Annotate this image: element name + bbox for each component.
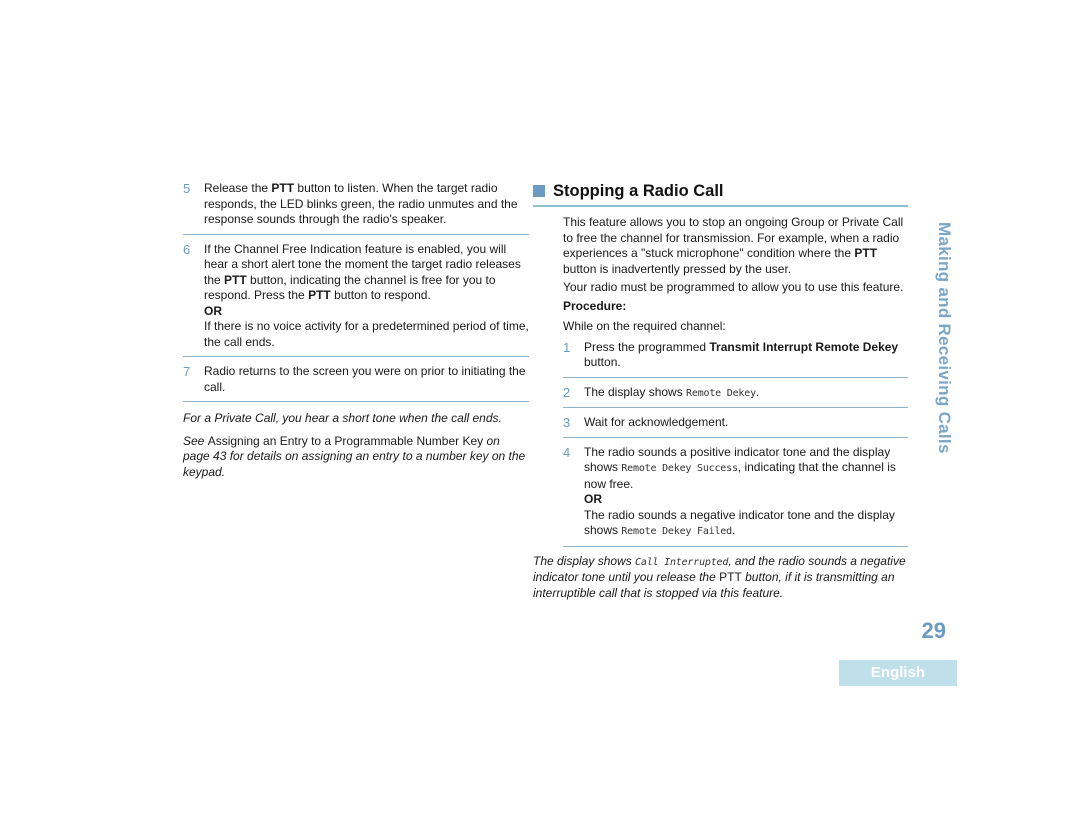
step-number: 3 bbox=[563, 415, 571, 430]
text-run: The display shows bbox=[533, 553, 636, 568]
cross-reference-link[interactable]: Assigning an Entry to a Programmable Num… bbox=[208, 434, 483, 448]
note-prefix: See bbox=[183, 433, 208, 448]
alternative-text: The radio sounds a negative indicator to… bbox=[584, 508, 908, 540]
section-square-icon bbox=[533, 185, 545, 197]
step-text: Wait for acknowledgement. bbox=[584, 415, 729, 429]
step-text: The display shows Remote Dekey. bbox=[584, 385, 908, 402]
text-run: . bbox=[755, 384, 760, 399]
procedure-label: Procedure: bbox=[563, 298, 627, 313]
step-text: Release the PTT button to listen. When t… bbox=[204, 181, 529, 228]
step-number: 2 bbox=[563, 384, 571, 400]
step-6: 6 If the Channel Free Indication feature… bbox=[183, 241, 529, 357]
procedure-step-3: 3 Wait for acknowledgement. bbox=[563, 415, 908, 438]
display-text: Remote Dekey bbox=[686, 387, 756, 399]
see-also-note: See Assigning an Entry to a Programmable… bbox=[183, 434, 529, 481]
text-run: Press the programmed bbox=[584, 339, 710, 354]
display-text: Remote Dekey Success bbox=[621, 463, 738, 474]
step-5: 5 Release the PTT button to listen. When… bbox=[183, 181, 529, 235]
text-run: button to respond. bbox=[330, 288, 431, 302]
section-heading: Stopping a Radio Call bbox=[533, 181, 908, 207]
programmed-note: Your radio must be programmed to allow y… bbox=[563, 280, 904, 294]
intro-paragraph: This feature allows you to stop an ongoi… bbox=[563, 215, 908, 277]
text-run: Release the bbox=[204, 181, 272, 195]
procedure-step-4: 4 The radio sounds a positive indicator … bbox=[563, 445, 908, 547]
private-call-note: For a Private Call, you hear a short ton… bbox=[183, 411, 502, 425]
chapter-title-vertical: Making and Receiving Calls bbox=[935, 222, 954, 454]
ptt-bold: PTT bbox=[308, 288, 331, 302]
step-number: 7 bbox=[183, 364, 191, 379]
text-run: The display shows bbox=[584, 384, 687, 399]
left-column: 5 Release the PTT button to listen. When… bbox=[183, 181, 529, 487]
alternative-text: If there is no voice activity for a pred… bbox=[204, 319, 529, 349]
text-run: This feature allows you to stop an ongoi… bbox=[563, 215, 904, 260]
ptt-text: PTT bbox=[719, 570, 742, 584]
step-7: 7 Radio returns to the screen you were o… bbox=[183, 364, 529, 402]
step-number: 1 bbox=[563, 339, 571, 355]
step-text: Radio returns to the screen you were on … bbox=[204, 364, 526, 394]
language-tab[interactable]: English bbox=[839, 660, 957, 686]
or-label: OR bbox=[204, 303, 222, 318]
step-text: If the Channel Free Indication feature i… bbox=[204, 242, 529, 304]
or-label: OR bbox=[584, 492, 602, 506]
procedure-step-2: 2 The display shows Remote Dekey. bbox=[563, 384, 908, 408]
text-run: button. bbox=[584, 355, 621, 369]
text-run: . bbox=[731, 523, 736, 537]
display-text: Call Interrupted bbox=[635, 556, 729, 568]
step-number: 5 bbox=[183, 181, 191, 196]
right-column: Stopping a Radio Call This feature allow… bbox=[533, 181, 908, 608]
procedure-step-1: 1 Press the programmed Transmit Interrup… bbox=[563, 340, 908, 378]
ptt-bold: PTT bbox=[271, 181, 295, 195]
display-text: Remote Dekey Failed bbox=[621, 526, 732, 537]
procedure-intro: While on the required channel: bbox=[563, 319, 726, 333]
text-run: button is inadvertently pressed by the u… bbox=[563, 261, 792, 276]
step-number: 4 bbox=[563, 444, 571, 460]
step-number: 6 bbox=[183, 241, 191, 257]
ptt-bold: PTT bbox=[224, 272, 247, 287]
section-body: This feature allows you to stop an ongoi… bbox=[533, 215, 908, 547]
page-number: 29 bbox=[921, 618, 946, 643]
button-name-bold: Transmit Interrupt Remote Dekey bbox=[709, 339, 899, 354]
ptt-bold: PTT bbox=[854, 246, 878, 260]
step-text: Press the programmed Transmit Interrupt … bbox=[584, 340, 908, 371]
section-title: Stopping a Radio Call bbox=[553, 182, 724, 200]
step-text: The radio sounds a positive indicator to… bbox=[584, 445, 908, 493]
closing-note: The display shows Call Interrupted, and … bbox=[533, 554, 908, 602]
